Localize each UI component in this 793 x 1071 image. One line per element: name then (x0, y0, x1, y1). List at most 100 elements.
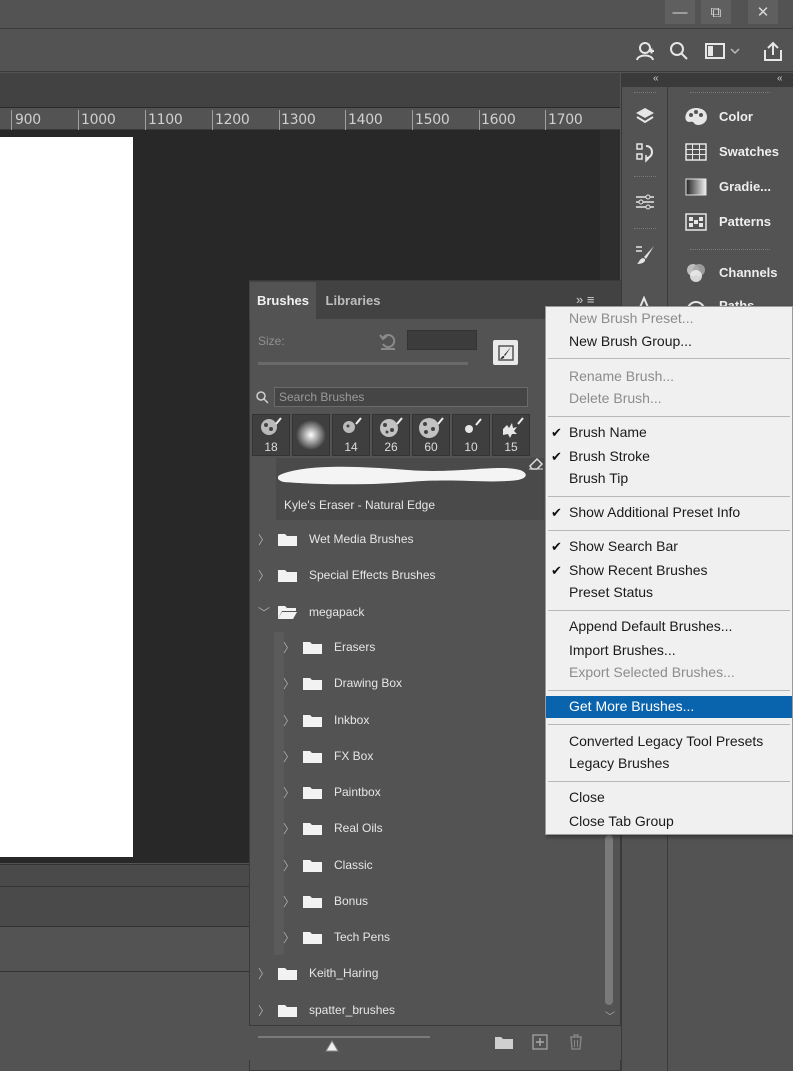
menu-item-new-brush-preset[interactable]: New Brush Preset... (546, 308, 792, 330)
delete-brush-icon[interactable] (568, 1034, 584, 1050)
share-icon[interactable] (760, 38, 786, 64)
chevron-right-icon[interactable]: 〉 (283, 712, 295, 729)
menu-separator (548, 781, 790, 782)
panel-item-gradients[interactable]: Gradie... (683, 175, 771, 199)
brush-subgroup-row[interactable]: 〉 Inkbox (283, 702, 545, 738)
panel-item-color[interactable]: Color (683, 105, 753, 129)
chevron-right-icon[interactable]: 〉 (258, 1002, 270, 1019)
recent-brush[interactable]: 15 (492, 414, 530, 456)
brush-group-row[interactable]: 〉 Wet Media Brushes (258, 521, 545, 557)
recent-brush[interactable]: 18 (252, 414, 290, 456)
brush-subgroup-row[interactable]: 〉 Erasers (283, 629, 545, 665)
panel-grip[interactable] (634, 228, 656, 231)
panel-grip[interactable] (690, 92, 770, 95)
search-icon[interactable] (666, 38, 692, 64)
brush-group-label: Inkbox (334, 713, 370, 727)
menu-item-export-selected-brushes[interactable]: Export Selected Brushes... (546, 662, 792, 684)
menu-item-get-more-brushes[interactable]: Get More Brushes... (546, 696, 792, 718)
chevron-down-icon[interactable]: ﹀ (258, 604, 270, 621)
menu-item-legacy-brushes[interactable]: Legacy Brushes (546, 753, 792, 775)
menu-item-import-brushes[interactable]: Import Brushes... (546, 640, 792, 662)
chevron-right-icon[interactable]: 〉 (283, 857, 295, 874)
menu-item-rename-brush[interactable]: Rename Brush... (546, 366, 792, 388)
size-slider[interactable] (258, 362, 468, 365)
new-group-folder-icon[interactable] (495, 1035, 513, 1049)
chevron-right-icon[interactable]: 〉 (283, 675, 295, 692)
menu-item-brush-tip[interactable]: Brush Tip (546, 468, 792, 490)
recent-brush[interactable]: 14 (332, 414, 370, 456)
chevron-right-icon[interactable]: 〉 (283, 639, 295, 656)
chevron-right-icon[interactable]: 〉 (258, 965, 270, 982)
menu-item-close[interactable]: Close (546, 787, 792, 809)
brush-subgroup-row[interactable]: 〉 Paintbox (283, 774, 545, 810)
menu-item-brush-stroke[interactable]: ✔ Brush Stroke (546, 446, 792, 468)
brush-subgroup-row[interactable]: 〉 Real Oils (283, 810, 545, 846)
restore-button[interactable]: ⧉ (701, 0, 731, 24)
tab-libraries[interactable]: Libraries (318, 282, 388, 319)
panel-item-patterns[interactable]: Patterns (683, 210, 771, 234)
chevron-right-icon[interactable]: 〉 (283, 748, 295, 765)
create-new-brush-button[interactable] (493, 340, 518, 365)
brush-group-label: Classic (334, 858, 373, 872)
recent-brush[interactable]: 60 (412, 414, 450, 456)
chevron-right-icon[interactable]: 〉 (283, 893, 295, 910)
panel-item-label: Patterns (719, 214, 772, 229)
recent-brush[interactable] (292, 414, 330, 456)
brush-subgroup-row[interactable]: 〉 Drawing Box (283, 665, 545, 701)
collapse-icon[interactable]: « (777, 73, 783, 84)
menu-item-brush-name[interactable]: ✔ Brush Name (546, 422, 792, 444)
folder-icon (303, 642, 322, 654)
workspace-switcher-icon[interactable] (703, 38, 743, 64)
history-icon[interactable] (631, 138, 659, 166)
slider-knob-icon[interactable] (325, 1040, 339, 1052)
document-canvas[interactable] (0, 137, 133, 857)
menu-item-delete-brush[interactable]: Delete Brush... (546, 388, 792, 410)
menu-item-show-search-bar[interactable]: ✔ Show Search Bar (546, 536, 792, 558)
brush-group-row[interactable]: 〉 Keith_Haring (258, 955, 545, 991)
scrollbar-thumb[interactable] (605, 835, 613, 1005)
menu-item-new-brush-group[interactable]: New Brush Group... (546, 331, 792, 353)
user-account-icon[interactable] (632, 38, 658, 64)
panel-menu-button[interactable]: » ≡ (576, 292, 594, 307)
close-window-button[interactable]: ✕ (748, 0, 778, 24)
search-brushes-input[interactable] (274, 387, 528, 407)
panel-grip[interactable] (634, 176, 656, 179)
size-value-field[interactable] (407, 330, 477, 350)
recent-brush[interactable]: 10 (452, 414, 490, 456)
menu-item-append-default-brushes[interactable]: Append Default Brushes... (546, 616, 792, 638)
brushes-icon[interactable] (631, 240, 659, 268)
brush-group-row[interactable]: ﹀ megapack (258, 594, 545, 630)
chevron-right-icon[interactable]: 〉 (283, 784, 295, 801)
brush-subgroup-row[interactable]: 〉 Tech Pens (283, 919, 545, 955)
reset-size-icon[interactable] (378, 331, 398, 351)
menu-item-show-recent-brushes[interactable]: ✔ Show Recent Brushes (546, 560, 792, 582)
collapse-icon[interactable]: « (653, 73, 659, 84)
menu-item-converted-legacy-tool-presets[interactable]: Converted Legacy Tool Presets (546, 731, 792, 753)
chevron-right-icon[interactable]: 〉 (258, 567, 270, 584)
create-new-brush-icon[interactable] (532, 1034, 548, 1050)
brush-subgroup-row[interactable]: 〉 Bonus (283, 883, 545, 919)
folder-icon (278, 968, 297, 980)
chevron-right-icon[interactable]: 〉 (283, 929, 295, 946)
adjustments-icon[interactable] (631, 188, 659, 216)
thumbnail-size-slider[interactable] (258, 1036, 430, 1038)
minimize-button[interactable]: — (665, 0, 695, 24)
menu-item-show-additional-preset-info[interactable]: ✔ Show Additional Preset Info (546, 502, 792, 524)
brush-group-row[interactable]: 〉 Special Effects Brushes (258, 557, 545, 593)
panel-item-channels[interactable]: Channels (683, 261, 778, 285)
recent-brush[interactable]: 26 (372, 414, 410, 456)
panel-grip[interactable] (634, 92, 656, 95)
panel-grip[interactable] (690, 249, 770, 252)
chevron-right-icon[interactable]: 〉 (258, 531, 270, 548)
folder-icon (303, 751, 322, 763)
scroll-down-icon[interactable]: ﹀ (605, 1008, 615, 1023)
brush-group-row[interactable]: 〉 spatter_brushes (258, 992, 545, 1028)
panel-item-swatches[interactable]: Swatches (683, 140, 779, 164)
tab-brushes[interactable]: Brushes (250, 282, 316, 319)
menu-item-close-tab-group[interactable]: Close Tab Group (546, 811, 792, 833)
menu-item-preset-status[interactable]: Preset Status (546, 582, 792, 604)
layers-icon[interactable] (631, 102, 659, 130)
chevron-right-icon[interactable]: 〉 (283, 820, 295, 837)
brush-subgroup-row[interactable]: 〉 Classic (283, 847, 545, 883)
brush-subgroup-row[interactable]: 〉 FX Box (283, 738, 545, 774)
